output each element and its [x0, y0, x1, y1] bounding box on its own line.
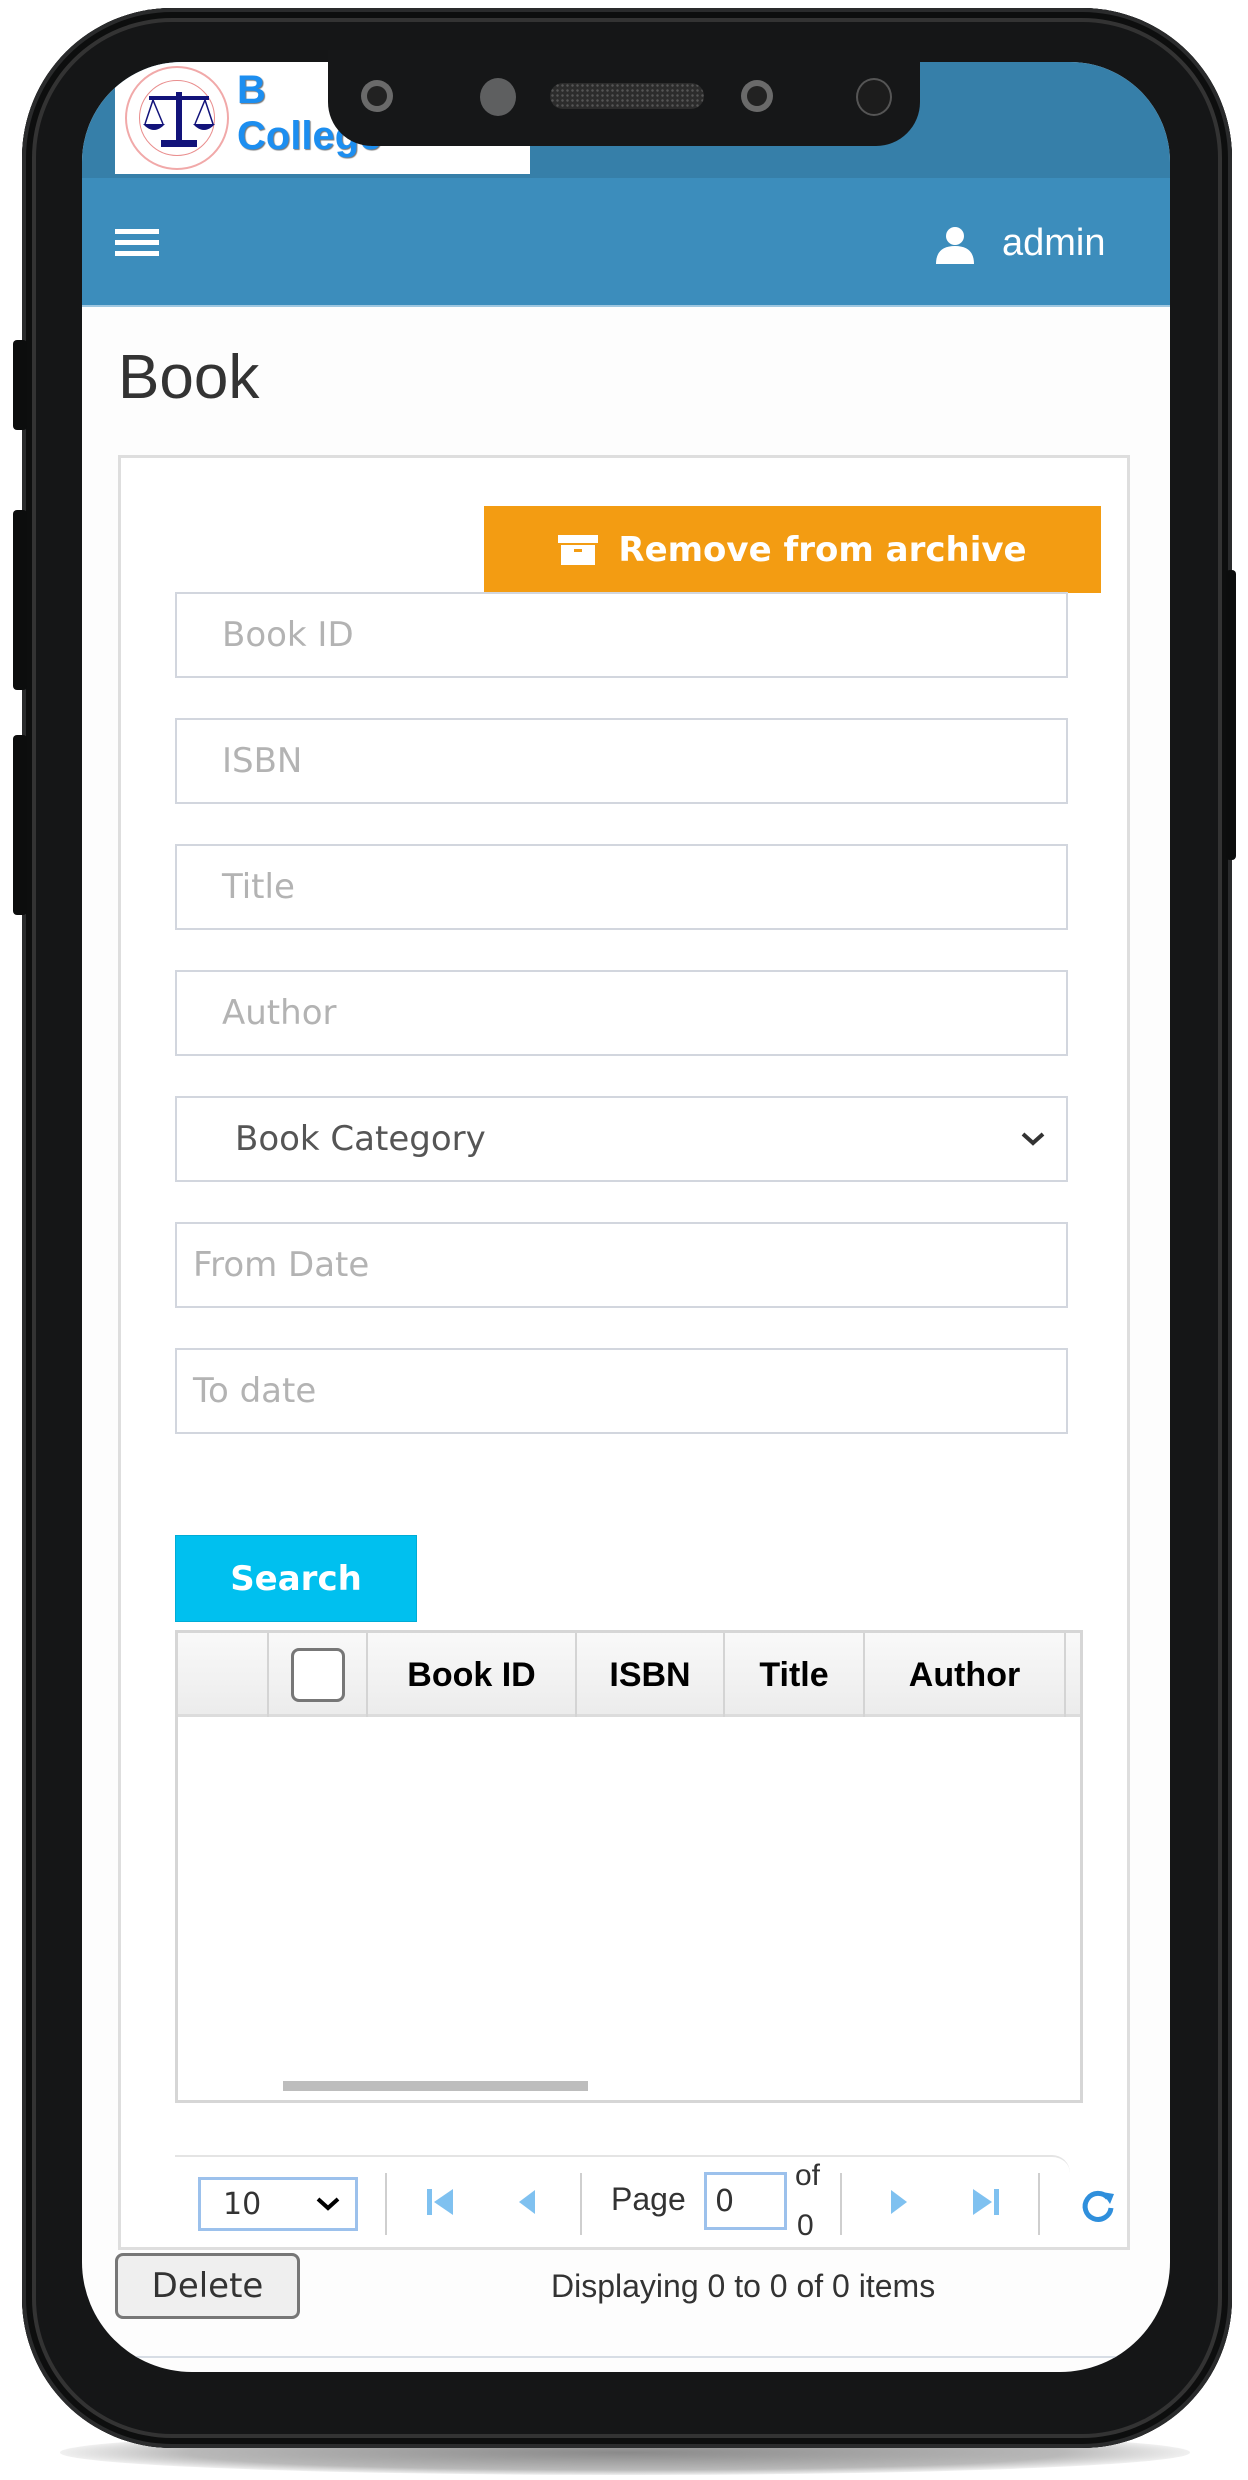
page-size-value: 10 [223, 2186, 262, 2222]
scales-of-justice-icon [143, 92, 215, 147]
book-id-placeholder: Book ID [222, 615, 354, 655]
refresh-icon[interactable] [1078, 2186, 1118, 2226]
book-category-value: Book Category [235, 1119, 486, 1159]
pager-separator [1038, 2173, 1040, 2235]
book-id-input[interactable]: Book ID [175, 592, 1068, 678]
phone-screen: B College admin Book Remove from archive… [82, 62, 1170, 2372]
user-menu-name[interactable]: admin [1002, 222, 1106, 265]
table-header: Book ID ISBN Title Author [178, 1633, 1080, 1717]
column-header-title[interactable]: Title [725, 1633, 865, 1717]
proximity-sensor-icon [856, 78, 892, 116]
search-button[interactable]: Search [175, 1535, 417, 1622]
front-camera-icon [741, 80, 773, 112]
title-input[interactable]: Title [175, 844, 1068, 930]
column-header-select-all [269, 1633, 368, 1717]
phone-volume-down-button [13, 735, 27, 915]
page-size-select[interactable]: 10 [198, 2177, 358, 2231]
current-page-value: 0 [715, 2183, 735, 2219]
column-header-row-number [178, 1633, 269, 1717]
user-icon[interactable] [934, 226, 976, 264]
chevron-down-icon [316, 2197, 340, 2211]
next-page-icon[interactable] [881, 2185, 915, 2219]
earpiece-speaker [550, 83, 704, 109]
select-all-checkbox[interactable] [290, 1648, 345, 1702]
of-label: of [795, 2159, 821, 2192]
from-date-input[interactable]: From Date [175, 1222, 1068, 1308]
pagination-bar: 10 Page 0 of 0 [175, 2155, 1070, 2255]
pager-separator [580, 2173, 582, 2235]
pager-separator [385, 2173, 387, 2235]
college-seal-icon [125, 66, 229, 170]
book-search-panel: Remove from archive Book ID ISBN Title A… [118, 455, 1130, 2304]
chevron-down-icon [1021, 1132, 1045, 1146]
phone-volume-up-button [13, 510, 27, 690]
book-category-select[interactable]: Book Category [175, 1096, 1068, 1182]
prev-page-icon[interactable] [511, 2185, 545, 2219]
title-placeholder: Title [222, 867, 295, 907]
hamburger-icon[interactable] [115, 229, 161, 257]
horizontal-scrollbar[interactable] [283, 2081, 588, 2091]
author-placeholder: Author [222, 993, 337, 1033]
sensor-icon [480, 78, 516, 116]
page-title: Book [118, 343, 260, 412]
column-header-isbn[interactable]: ISBN [577, 1633, 725, 1717]
logo-text-line1: B [237, 68, 266, 112]
books-table: Book ID ISBN Title Author [175, 1630, 1083, 2103]
author-input[interactable]: Author [175, 970, 1068, 1056]
phone-side-button [13, 340, 27, 430]
remove-from-archive-label: Remove from archive [618, 529, 1027, 570]
display-info: Displaying 0 to 0 of 0 items [551, 2268, 936, 2304]
archive-box-icon [558, 534, 599, 565]
from-date-placeholder: From Date [193, 1245, 370, 1285]
remove-from-archive-button[interactable]: Remove from archive [484, 506, 1101, 593]
first-page-icon[interactable] [423, 2185, 457, 2219]
total-pages: 0 [797, 2209, 814, 2242]
delete-button[interactable]: Delete [115, 2253, 300, 2319]
column-header-book-id[interactable]: Book ID [368, 1633, 577, 1717]
isbn-input[interactable]: ISBN [175, 718, 1068, 804]
page-label: Page [611, 2181, 686, 2217]
column-header-author[interactable]: Author [865, 1633, 1066, 1717]
to-date-input[interactable]: To date [175, 1348, 1068, 1434]
pager-separator [840, 2173, 842, 2235]
to-date-placeholder: To date [193, 1371, 317, 1411]
phone-notch [328, 50, 920, 146]
phone-power-button [1226, 570, 1236, 860]
footer-divider [82, 2356, 1170, 2358]
current-page-input[interactable]: 0 [704, 2172, 787, 2230]
isbn-placeholder: ISBN [222, 741, 303, 781]
last-page-icon[interactable] [969, 2185, 1003, 2219]
navbar: admin [82, 178, 1170, 307]
front-camera-icon [361, 80, 393, 112]
